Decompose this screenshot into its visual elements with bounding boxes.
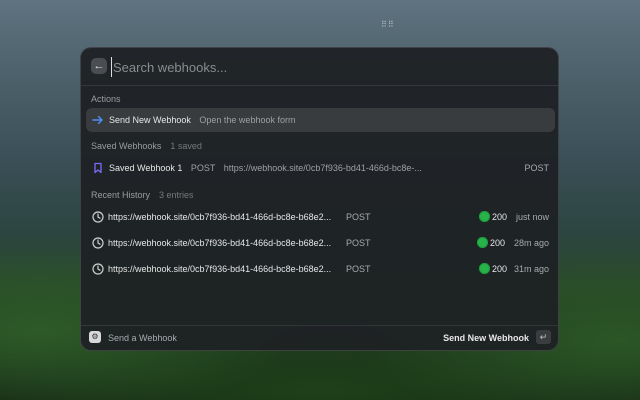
- history-row[interactable]: https://webhook.site/0cb7f936-bd41-466d-…: [86, 257, 555, 281]
- history-method: POST: [346, 264, 371, 274]
- search-input[interactable]: [111, 57, 535, 77]
- status-ok-icon: [479, 211, 490, 222]
- action-label: Send New Webhook: [109, 115, 191, 125]
- footer-bar: ⚙ Send a Webhook Send New Webhook ↵: [81, 325, 558, 350]
- saved-webhook-name: Saved Webhook 1: [109, 163, 183, 173]
- section-title-actions: Actions: [91, 94, 121, 104]
- history-status-code: 200: [490, 238, 506, 248]
- status-ok-icon: [479, 263, 490, 274]
- saved-webhook-method: POST: [190, 163, 216, 173]
- history-method: POST: [346, 212, 371, 222]
- bookmark-icon: [94, 162, 102, 174]
- footer-label: Send a Webhook: [108, 333, 177, 343]
- back-arrow-icon[interactable]: ←: [91, 58, 107, 74]
- enter-key-icon[interactable]: ↵: [536, 330, 551, 344]
- saved-webhook-row[interactable]: Saved Webhook 1 POST https://webhook.sit…: [86, 156, 555, 180]
- section-title-history: Recent History 3 entries: [91, 190, 194, 200]
- history-time: 28m ago: [513, 238, 549, 248]
- section-title-saved: Saved Webhooks 1 saved: [91, 141, 202, 151]
- saved-webhook-method-badge: POST: [524, 163, 549, 173]
- app-logo-icon: ⚙: [89, 331, 101, 343]
- history-url: https://webhook.site/0cb7f936-bd41-466d-…: [108, 212, 332, 222]
- history-row[interactable]: https://webhook.site/0cb7f936-bd41-466d-…: [86, 205, 555, 229]
- status-ok-icon: [477, 237, 488, 248]
- command-palette-window: ← Actions Send New Webhook Open the webh…: [80, 47, 559, 351]
- clock-icon: [92, 237, 104, 249]
- action-description: Open the webhook form: [199, 115, 296, 125]
- history-url: https://webhook.site/0cb7f936-bd41-466d-…: [108, 238, 332, 248]
- clock-icon: [92, 263, 104, 275]
- footer-primary-action[interactable]: Send New Webhook: [443, 333, 529, 343]
- saved-webhook-url: https://webhook.site/0cb7f936-bd41-466d-…: [223, 163, 422, 173]
- history-row[interactable]: https://webhook.site/0cb7f936-bd41-466d-…: [86, 231, 555, 255]
- history-url: https://webhook.site/0cb7f936-bd41-466d-…: [108, 264, 332, 274]
- history-method: POST: [346, 238, 371, 248]
- history-status-code: 200: [492, 264, 508, 274]
- history-status-code: 200: [492, 212, 508, 222]
- action-send-new-webhook[interactable]: Send New Webhook Open the webhook form: [86, 108, 555, 132]
- clock-icon: [92, 211, 104, 223]
- search-bar: ←: [81, 48, 558, 86]
- history-time: 31m ago: [513, 264, 549, 274]
- history-time: just now: [515, 212, 549, 222]
- arrow-right-icon: [92, 115, 103, 125]
- drag-handle-icon: ⠿⠿: [381, 20, 395, 29]
